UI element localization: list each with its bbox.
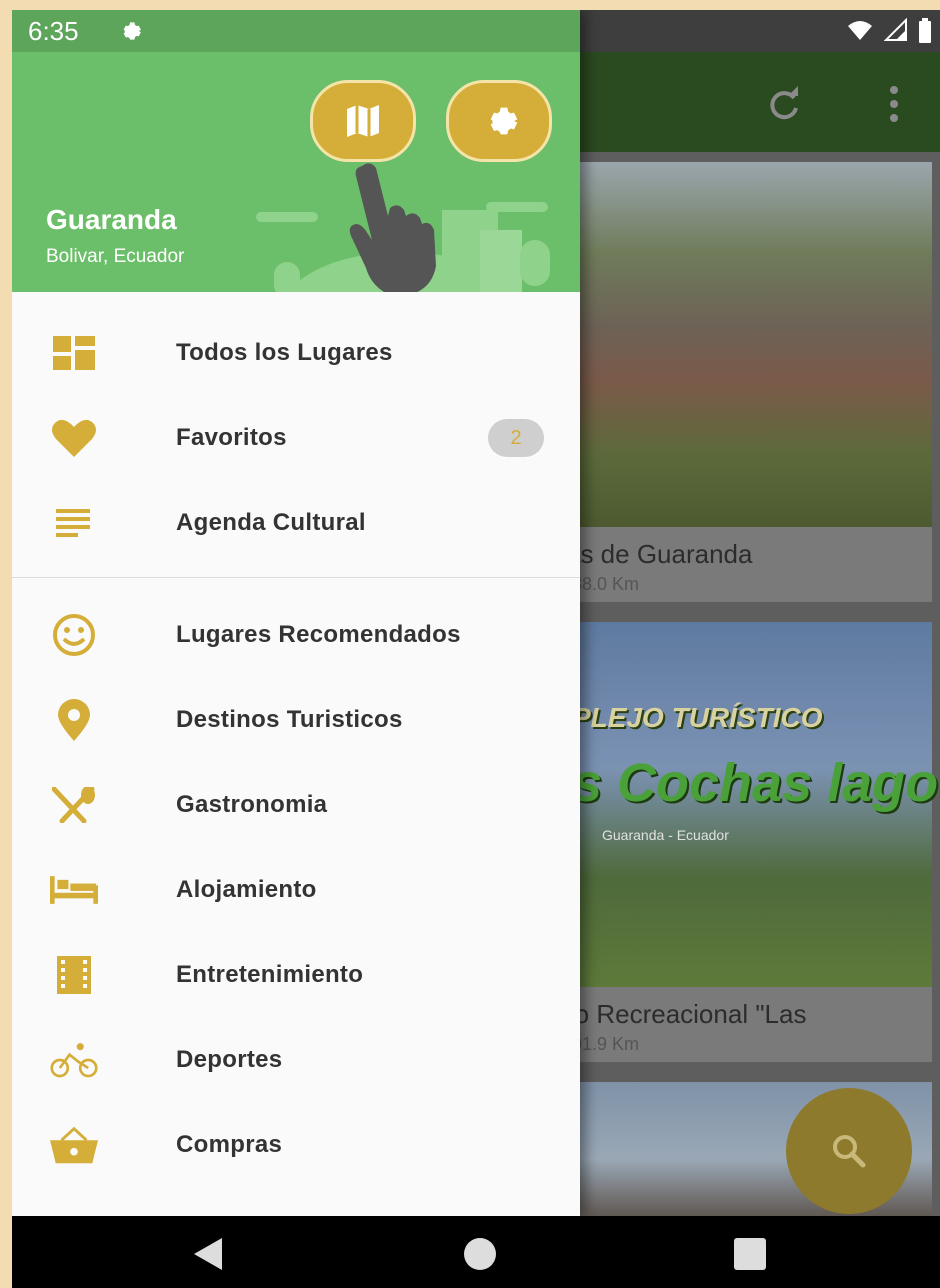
menu-item-compras[interactable]: Compras — [12, 1102, 580, 1187]
map-icon — [347, 105, 379, 137]
image-sub-text: Guaranda - Ecuador — [602, 827, 729, 843]
drawer-header: Guaranda Bolivar, Ecuador — [12, 52, 580, 292]
heart-icon — [50, 418, 98, 458]
drawer-menu: Todos los Lugares Favoritos 2 Agenda Cul… — [12, 292, 580, 1187]
place-image — [572, 162, 932, 527]
bed-icon — [50, 870, 98, 910]
menu-item-label: Favoritos — [176, 423, 287, 451]
refresh-icon[interactable] — [764, 84, 804, 124]
battery-icon — [919, 18, 931, 43]
place-distance: 38.0 Km — [572, 574, 640, 594]
menu-item-label: Deportes — [176, 1045, 283, 1073]
basket-icon — [50, 1125, 98, 1165]
city-region: Bolivar, Ecuador — [46, 246, 185, 267]
smiley-icon — [50, 613, 98, 656]
menu-item-agenda-cultural[interactable]: Agenda Cultural — [12, 480, 580, 565]
home-icon[interactable] — [464, 1238, 496, 1270]
menu-item-destinos-turisticos[interactable]: Destinos Turisticos — [12, 677, 580, 762]
menu-item-gastronomia[interactable]: Gastronomia — [12, 762, 580, 847]
phone-screen: as de Guaranda 38.0 Km PLEJO TURÍSTICO s… — [12, 10, 940, 1288]
place-image: PLEJO TURÍSTICO s Cochas lago Guaranda -… — [572, 622, 938, 987]
menu-item-entretenimiento[interactable]: Entretenimiento — [12, 932, 580, 1017]
decor-tree — [520, 240, 550, 286]
menu-item-label: Destinos Turisticos — [176, 705, 403, 733]
location-pin-icon — [50, 698, 98, 741]
image-banner-text: PLEJO TURÍSTICO — [572, 702, 823, 733]
menu-item-label: Agenda Cultural — [176, 508, 366, 536]
utensils-icon — [50, 785, 98, 825]
menu-item-label: Gastronomia — [176, 790, 328, 818]
menu-item-todos-los-lugares[interactable]: Todos los Lugares — [12, 310, 580, 395]
place-card[interactable]: as de Guaranda 38.0 Km — [566, 162, 932, 602]
map-button[interactable] — [310, 80, 416, 162]
navigation-drawer: 6:35 Guaranda Bolivar, Ecuador Todos los… — [12, 10, 580, 1216]
menu-item-deportes[interactable]: Deportes — [12, 1017, 580, 1102]
film-icon — [50, 955, 98, 995]
more-options-icon[interactable] — [884, 84, 904, 124]
menu-item-label: Lugares Recomendados — [176, 620, 461, 648]
recents-icon[interactable] — [734, 1238, 766, 1270]
status-icons — [846, 18, 932, 44]
place-title: as de Guaranda — [566, 539, 753, 569]
primary-menu: Todos los Lugares Favoritos 2 Agenda Cul… — [12, 292, 580, 565]
menu-item-label: Alojamiento — [176, 875, 317, 903]
settings-button[interactable] — [446, 80, 552, 162]
search-fab[interactable] — [786, 1088, 912, 1214]
wifi-icon — [848, 21, 872, 40]
place-distance: 01.9 Km — [572, 1034, 640, 1054]
city-name: Guaranda — [46, 204, 177, 235]
menu-item-alojamiento[interactable]: Alojamiento — [12, 847, 580, 932]
notes-icon — [50, 503, 98, 543]
dashboard-icon — [50, 333, 98, 373]
gear-icon — [490, 107, 518, 135]
menu-divider — [12, 577, 580, 578]
search-icon — [833, 1135, 866, 1168]
secondary-menu: Lugares Recomendados Destinos Turisticos… — [12, 592, 580, 1187]
image-script-text: s Cochas lago — [572, 753, 939, 813]
decor-tree — [274, 262, 300, 292]
signal-icon — [884, 18, 907, 41]
decor-building — [480, 230, 522, 292]
menu-item-label: Todos los Lugares — [176, 338, 393, 366]
menu-item-favoritos[interactable]: Favoritos 2 — [12, 395, 580, 480]
favorites-count-badge: 2 — [488, 419, 544, 457]
pointing-hand-icon — [349, 163, 436, 292]
menu-item-lugares-recomendados[interactable]: Lugares Recomendados — [12, 592, 580, 677]
status-time: 6:35 — [28, 16, 79, 46]
system-nav-bar — [12, 1216, 940, 1288]
settings-notification-icon — [123, 22, 141, 40]
drawer-status-bar: 6:35 — [12, 10, 580, 52]
back-icon[interactable] — [190, 1236, 226, 1272]
place-title: ro Recreacional "Las — [566, 999, 807, 1029]
decor-cloud — [256, 212, 318, 222]
place-card[interactable]: PLEJO TURÍSTICO s Cochas lago Guaranda -… — [566, 622, 938, 1062]
bicycle-icon — [50, 1040, 98, 1080]
menu-item-label: Entretenimiento — [176, 960, 364, 988]
menu-item-label: Compras — [176, 1130, 283, 1158]
